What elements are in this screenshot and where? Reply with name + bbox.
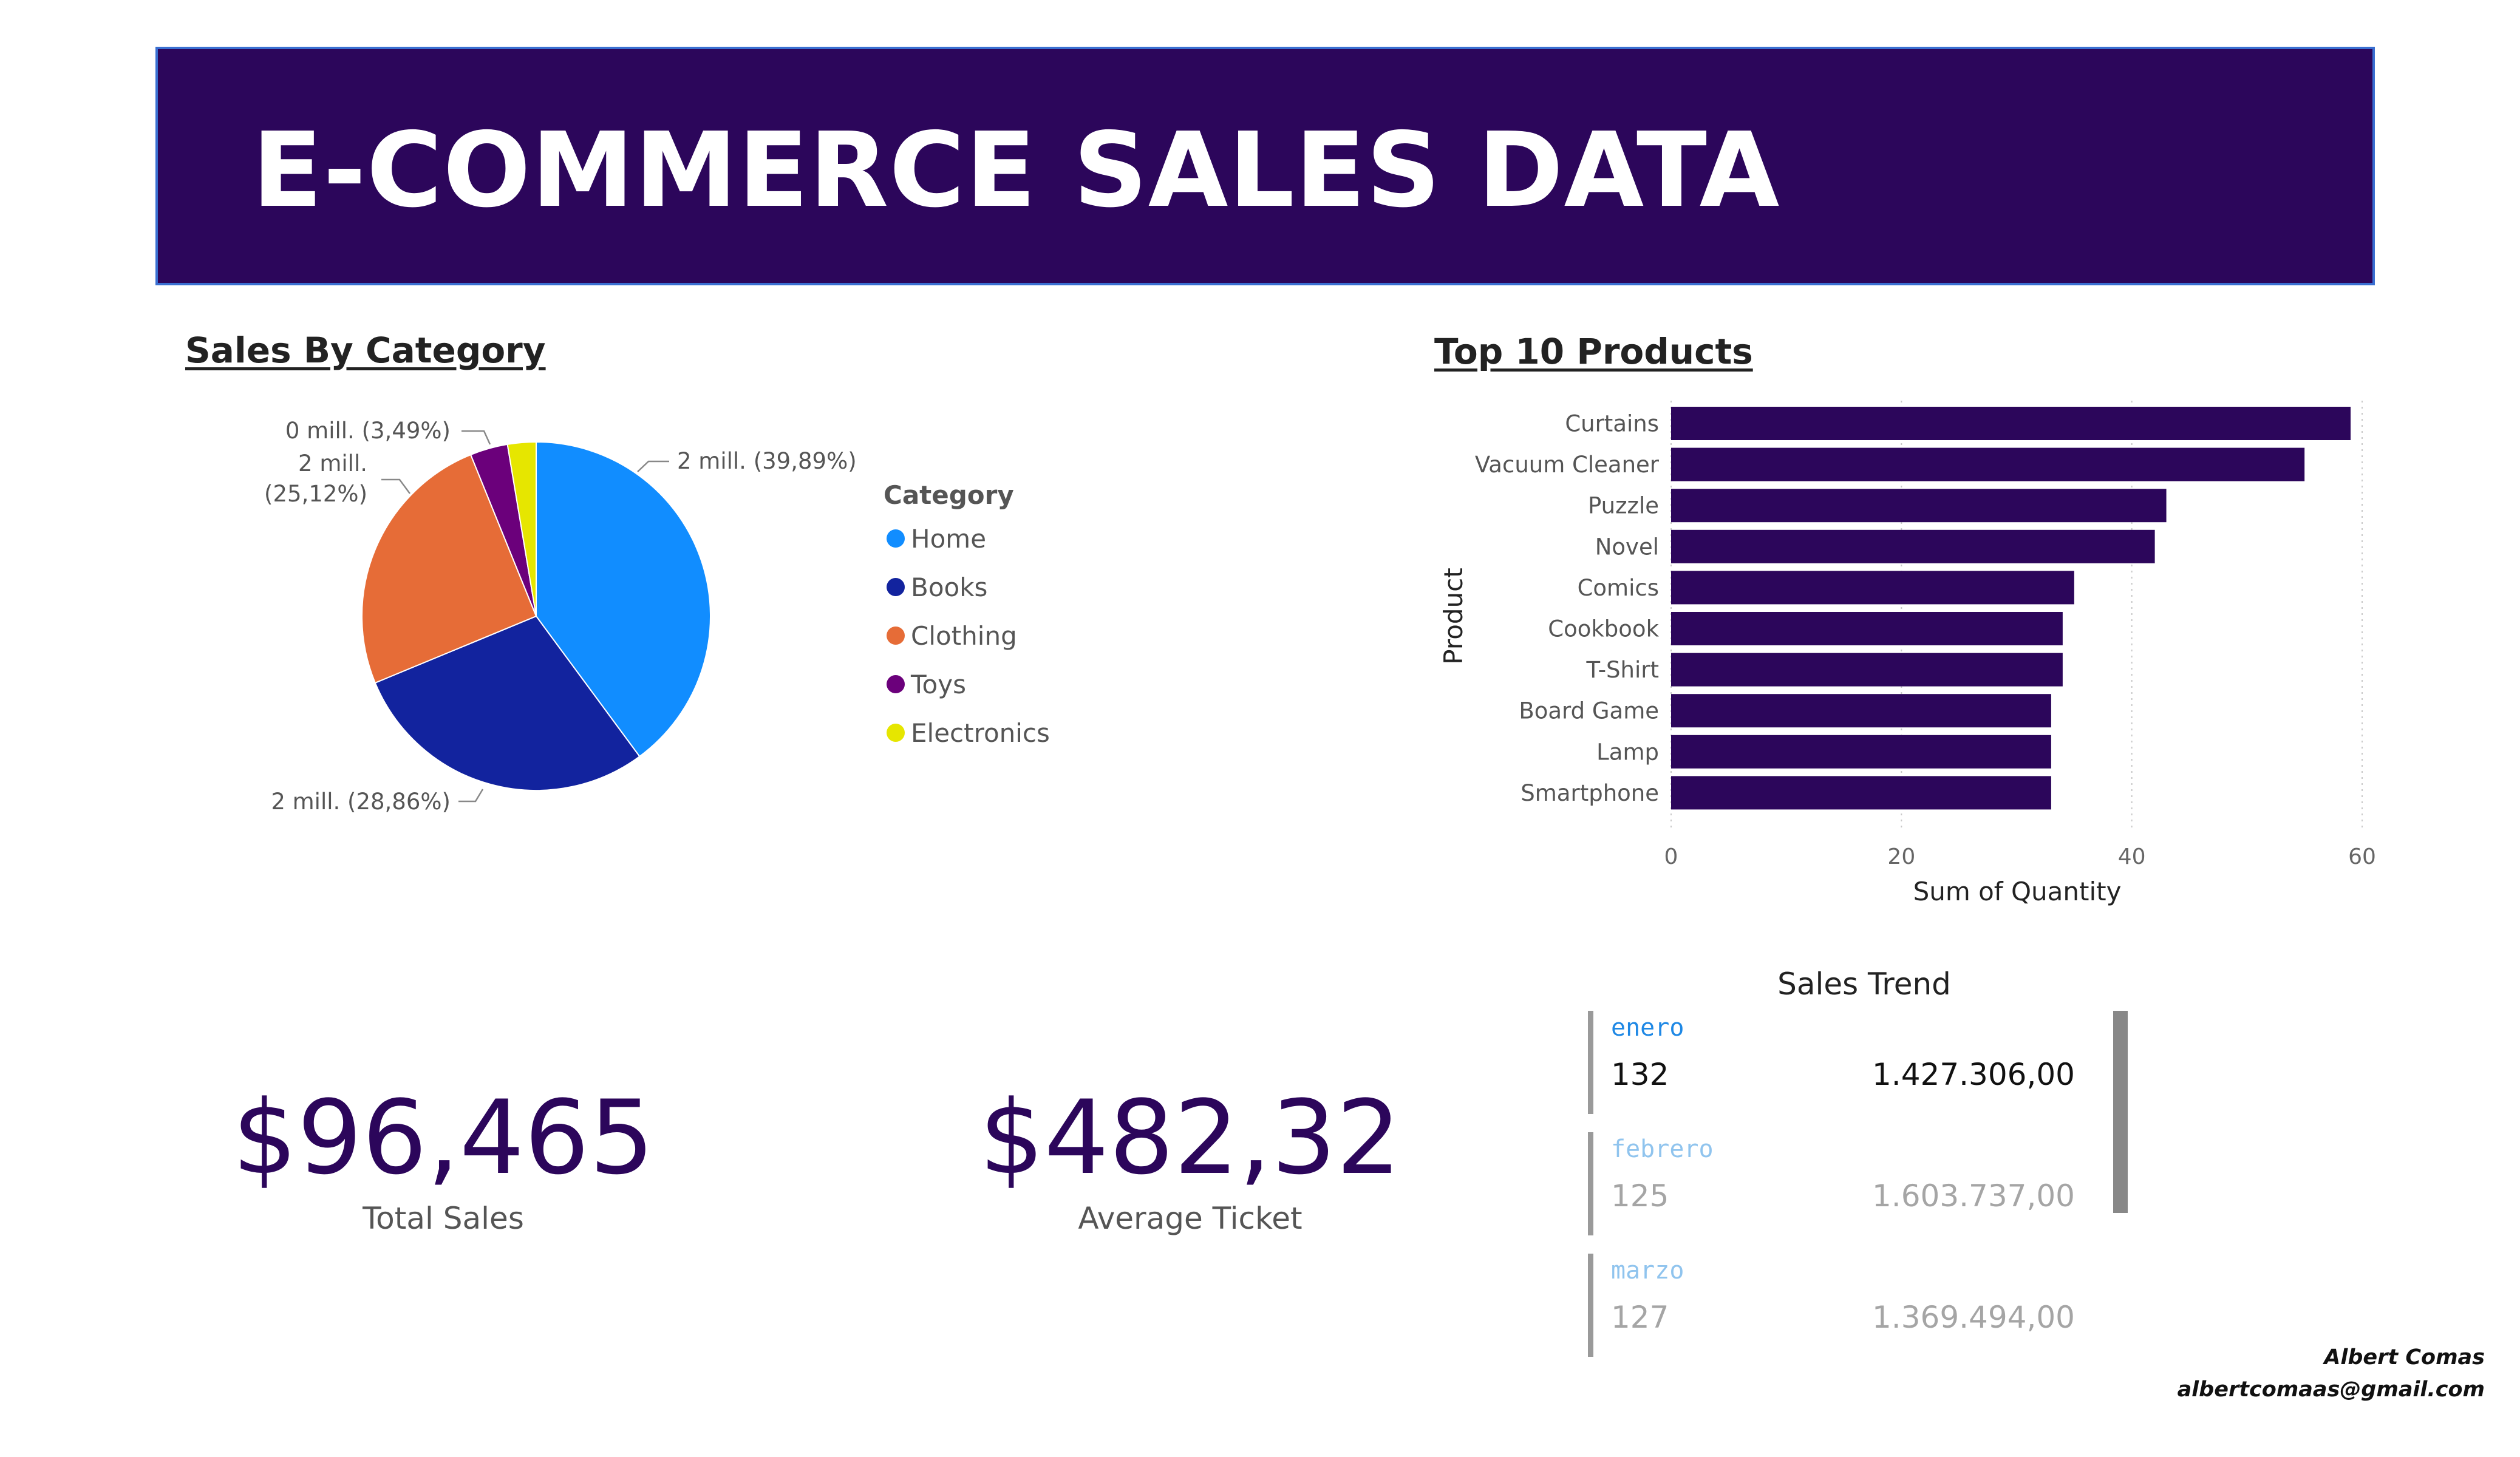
x-tick-label: 0 [1664, 844, 1678, 869]
bar-puzzle[interactable] [1671, 489, 2167, 523]
y-category-label: Lamp [1596, 739, 1659, 765]
trend-month: marzo [1611, 1257, 1684, 1285]
trend-count: 127 [1611, 1300, 1669, 1335]
bar-smartphone[interactable] [1671, 776, 2051, 810]
sales-trend-row[interactable]: febrero 125 1.603.737,00 [1588, 1132, 2134, 1235]
y-category-label: Puzzle [1588, 493, 1659, 519]
top-products-bar-chart: Curtains Vacuum Cleaner Puzzle Novel Comics C… [1439, 401, 2376, 906]
total-sales-value: $96,465 [232, 1078, 655, 1197]
bar-comics[interactable] [1671, 571, 2074, 605]
average-ticket-value: $482,32 [979, 1078, 1401, 1197]
y-category-label: Smartphone [1521, 780, 1659, 806]
bar-curtains[interactable] [1671, 407, 2351, 440]
x-tick-label: 20 [1887, 844, 1915, 869]
trend-amount: 1.427.306,00 [1872, 1057, 2075, 1092]
trend-month: enero [1611, 1014, 1684, 1042]
x-axis-title: Sum of Quantity [1913, 877, 2122, 906]
y-category-label: Curtains [1565, 411, 1659, 437]
bar-t-shirt[interactable] [1671, 653, 2063, 687]
bar-board-game[interactable] [1671, 694, 2051, 728]
y-category-label: Cookbook [1548, 616, 1659, 642]
sales-trend-scrollbar[interactable] [2113, 1011, 2128, 1213]
x-tick-label: 40 [2118, 844, 2146, 869]
y-category-label: Vacuum Cleaner [1475, 452, 1660, 478]
y-category-label: Board Game [1519, 698, 1659, 724]
author-email: albertcomaas@gmail.com [2177, 1377, 2485, 1402]
bar-vacuum-cleaner[interactable] [1671, 447, 2305, 481]
sales-trend-row[interactable]: enero 132 1.427.306,00 [1588, 1011, 2134, 1114]
bar-lamp[interactable] [1671, 735, 2051, 769]
row-indicator-bar [1588, 1011, 1593, 1114]
y-category-label: Comics [1578, 575, 1659, 601]
sales-trend-row[interactable]: marzo 127 1.369.494,00 [1588, 1254, 2134, 1357]
bar-novel[interactable] [1671, 529, 2155, 563]
author-name: Albert Comas [2324, 1345, 2485, 1370]
trend-count: 125 [1611, 1178, 1669, 1214]
average-ticket-label: Average Ticket [1078, 1201, 1303, 1236]
trend-amount: 1.369.494,00 [1872, 1300, 2075, 1335]
author-signature: Albert Comas albertcomaas@gmail.com [2178, 1342, 2485, 1405]
trend-count: 132 [1611, 1057, 1669, 1092]
x-tick-label: 60 [2348, 844, 2376, 869]
y-category-label: Novel [1595, 534, 1659, 560]
y-category-label: T-Shirt [1586, 657, 1660, 683]
row-indicator-bar [1588, 1132, 1593, 1235]
total-sales-label: Total Sales [363, 1201, 524, 1236]
row-indicator-bar [1588, 1254, 1593, 1357]
bar-cookbook[interactable] [1671, 612, 2063, 645]
y-axis-title: Product [1439, 568, 1468, 664]
trend-month: febrero [1611, 1135, 1714, 1163]
sales-trend-title: Sales Trend [1777, 966, 1951, 1002]
trend-amount: 1.603.737,00 [1872, 1178, 2075, 1214]
